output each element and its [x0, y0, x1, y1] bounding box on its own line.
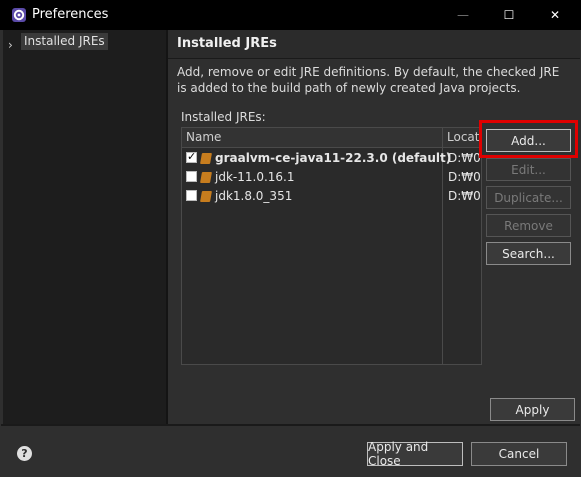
help-icon[interactable]: ? — [17, 446, 32, 461]
jre-table[interactable]: Name Locati graalvm-ce-java11-22.3.0 (de… — [181, 127, 482, 365]
preferences-window: Preferences — ☐ ✕ › Installed JREs Insta… — [0, 0, 581, 477]
jre-checkbox[interactable] — [186, 171, 197, 182]
eclipse-gear-icon — [12, 8, 26, 22]
maximize-icon: ☐ — [503, 8, 515, 22]
column-header-name[interactable]: Name — [186, 130, 221, 144]
maximize-button[interactable]: ☐ — [486, 0, 532, 30]
highlight-box — [479, 120, 578, 158]
tree-item-installed-jres[interactable]: Installed JREs — [21, 33, 108, 50]
jre-location: D:₩01 — [448, 170, 481, 184]
jre-location: D:₩01 — [448, 189, 481, 203]
column-header-location[interactable]: Locati — [447, 130, 481, 144]
jre-library-icon — [200, 172, 212, 183]
page-title: Installed JREs — [177, 36, 277, 51]
jre-name: jdk-11.0.16.1 — [215, 170, 295, 184]
duplicate-button[interactable]: Duplicate... — [486, 186, 571, 209]
close-icon: ✕ — [549, 8, 561, 22]
jre-checkbox[interactable] — [186, 150, 197, 163]
sash-divider[interactable] — [166, 30, 168, 424]
preferences-tree[interactable] — [3, 30, 166, 424]
remove-button[interactable]: Remove — [486, 214, 571, 237]
jre-library-icon — [200, 191, 212, 202]
minimize-icon: — — [457, 8, 469, 22]
installed-jres-label: Installed JREs: — [181, 110, 266, 124]
page-description: Add, remove or edit JRE definitions. By … — [177, 65, 560, 95]
table-row[interactable]: graalvm-ce-java11-22.3.0 (default) D:₩01 — [182, 149, 481, 168]
table-row[interactable]: jdk-11.0.16.1 D:₩01 — [182, 168, 481, 187]
edit-button[interactable]: Edit... — [486, 158, 571, 181]
title-bar[interactable]: Preferences — ☐ ✕ — [0, 0, 581, 30]
close-button[interactable]: ✕ — [532, 0, 578, 30]
jre-location: D:₩01 — [448, 151, 481, 165]
table-header: Name Locati — [182, 128, 481, 148]
table-row[interactable]: jdk1.8.0_351 D:₩01 — [182, 187, 481, 206]
jre-name: jdk1.8.0_351 — [215, 189, 293, 203]
cancel-button[interactable]: Cancel — [471, 442, 567, 466]
apply-and-close-button[interactable]: Apply and Close — [367, 440, 463, 468]
minimize-button[interactable]: — — [440, 0, 486, 30]
apply-button[interactable]: Apply — [490, 398, 575, 421]
jre-library-icon — [200, 153, 212, 164]
jre-name: graalvm-ce-java11-22.3.0 (default) — [215, 151, 452, 165]
chevron-right-icon[interactable]: › — [8, 38, 13, 52]
search-button[interactable]: Search... — [486, 242, 571, 265]
jre-checkbox[interactable] — [186, 190, 197, 201]
window-title: Preferences — [32, 7, 109, 22]
page-header: Installed JREs — [168, 30, 580, 59]
